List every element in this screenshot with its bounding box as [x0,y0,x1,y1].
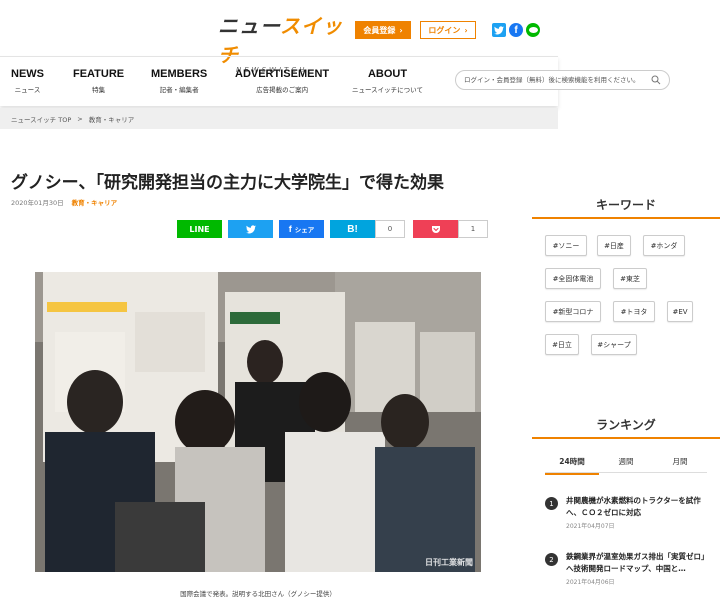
keyword-tag[interactable]: #新型コロナ [545,301,601,322]
keyword-tag[interactable]: #シャープ [591,334,637,355]
ranking-item[interactable]: 2 鉄鋼業界が温室効果ガス排出「実質ゼロ」へ技術開発ロードマップ、中国と… 20… [545,551,715,591]
facebook-icon[interactable]: f [509,23,523,37]
nav-label-en: ADVERTISEMENT [235,68,330,80]
nav-item-members[interactable]: MEMBERS 記者・編集者 [151,68,207,94]
chevron-right-icon: › [399,25,403,35]
nav-label-ja: 記者・編集者 [159,86,199,94]
share-hatena-label: B! [347,223,358,235]
keyword-tag[interactable]: #東芝 [613,268,647,289]
breadcrumb: ニュースイッチ TOP > 教育・キャリア [0,108,558,129]
twitter-icon [245,224,256,233]
share-hatena-button[interactable]: B! [330,220,375,238]
logo-text-a: ニュー [218,14,280,38]
nav-label-en: NEWS [11,68,44,80]
register-button[interactable]: 会員登録 › [355,21,411,39]
pocket-icon [431,225,440,233]
nav-label-en: FEATURE [73,68,125,80]
hatena-count: 0 [375,220,405,238]
rank-date: 2021年04月07日 [566,523,615,530]
keywords-heading: キーワード [595,198,656,212]
chevron-right-icon: › [464,25,468,35]
rank-title: 井関農機が水素燃料のトラクターを試作へ、ＣＯ２ゼロに対応 [566,496,701,517]
ranking-item[interactable]: 1 井関農機が水素燃料のトラクターを試作へ、ＣＯ２ゼロに対応 2021年04月0… [545,495,715,535]
keyword-tag[interactable]: #EV [667,301,693,322]
ranking-divider [532,437,720,439]
share-line-button[interactable]: LINE [177,220,222,238]
nav-label-ja: ニュース [14,86,41,94]
keyword-tag[interactable]: #全固体電池 [545,268,601,289]
register-label: 会員登録 [363,25,396,35]
breadcrumb-current[interactable]: 教育・キャリア [89,114,135,124]
article-meta: 2020年01月30日 教育・キャリア [11,197,117,207]
rank-title: 鉄鋼業界が温室効果ガス排出「実質ゼロ」へ技術開発ロードマップ、中国と… [566,552,709,573]
keywords-divider [532,217,720,219]
keyword-tag[interactable]: #ソニー [545,235,587,256]
tab-weekly[interactable]: 週間 [599,456,653,475]
share-facebook-label: シェア [294,226,315,234]
twitter-icon[interactable] [492,23,506,37]
share-twitter-button[interactable] [228,220,273,238]
login-label: ログイン [428,25,461,35]
site-header: ニュースイッチ NEWSWITCH 会員登録 › ログイン › f [0,0,720,74]
share-line-label: LINE [189,224,210,234]
nav-label-ja: 特集 [92,86,106,94]
facebook-icon: f [288,224,292,234]
article-photo: 日刊工業新聞 [35,272,481,572]
rank-date: 2021年04月06日 [566,579,615,586]
share-facebook-button[interactable]: f シェア [279,220,324,238]
tab-24h[interactable]: 24時間 [545,456,599,475]
keyword-tag[interactable]: #日立 [545,334,579,355]
nav-item-about[interactable]: ABOUT ニュースイッチについて [352,68,423,94]
keyword-tag[interactable]: #トヨタ [613,301,655,322]
keyword-tag[interactable]: #日産 [597,235,631,256]
search-icon[interactable] [651,75,661,85]
login-button[interactable]: ログイン › [420,21,476,39]
search-input[interactable] [464,76,651,84]
social-links: f [492,23,540,37]
search-box [455,70,670,90]
article-category[interactable]: 教育・キャリア [72,197,118,207]
share-buttons: LINE f シェア B! 0 1 [177,220,488,238]
share-pocket-button[interactable] [413,220,458,238]
keyword-tag[interactable]: #ホンダ [643,235,685,256]
nav-item-feature[interactable]: FEATURE 特集 [73,68,124,94]
nav-item-news[interactable]: NEWS ニュース [11,68,44,94]
breadcrumb-home[interactable]: ニュースイッチ TOP [11,114,71,124]
ranking-tabs: 24時間 週間 月間 [545,456,707,475]
nav-label-en: MEMBERS [151,68,208,80]
tab-monthly[interactable]: 月間 [653,456,707,475]
site-logo[interactable]: ニュースイッチ NEWSWITCH [218,10,343,74]
nav-item-advertisement[interactable]: ADVERTISEMENT 広告掲載のご案内 [235,68,329,94]
rank-number: 1 [545,497,558,510]
pocket-count: 1 [458,220,488,238]
article-date: 2020年01月30日 [11,199,64,207]
line-icon[interactable] [526,23,540,37]
nav-label-ja: ニュースイッチについて [352,86,423,94]
breadcrumb-separator: > [77,114,83,123]
nav-label-en: ABOUT [367,68,408,80]
article-title: グノシー、「研究開発担当の主力に大学院生」で得た効果 [11,173,444,193]
photo-caption: 国際会議で発表。説明する北田さん（グノシー提供） [180,590,336,598]
rank-number: 2 [545,553,558,566]
nav-label-ja: 広告掲載のご案内 [256,86,309,94]
ranking-heading: ランキング [596,418,656,432]
photo-watermark: 日刊工業新聞 [425,558,473,567]
